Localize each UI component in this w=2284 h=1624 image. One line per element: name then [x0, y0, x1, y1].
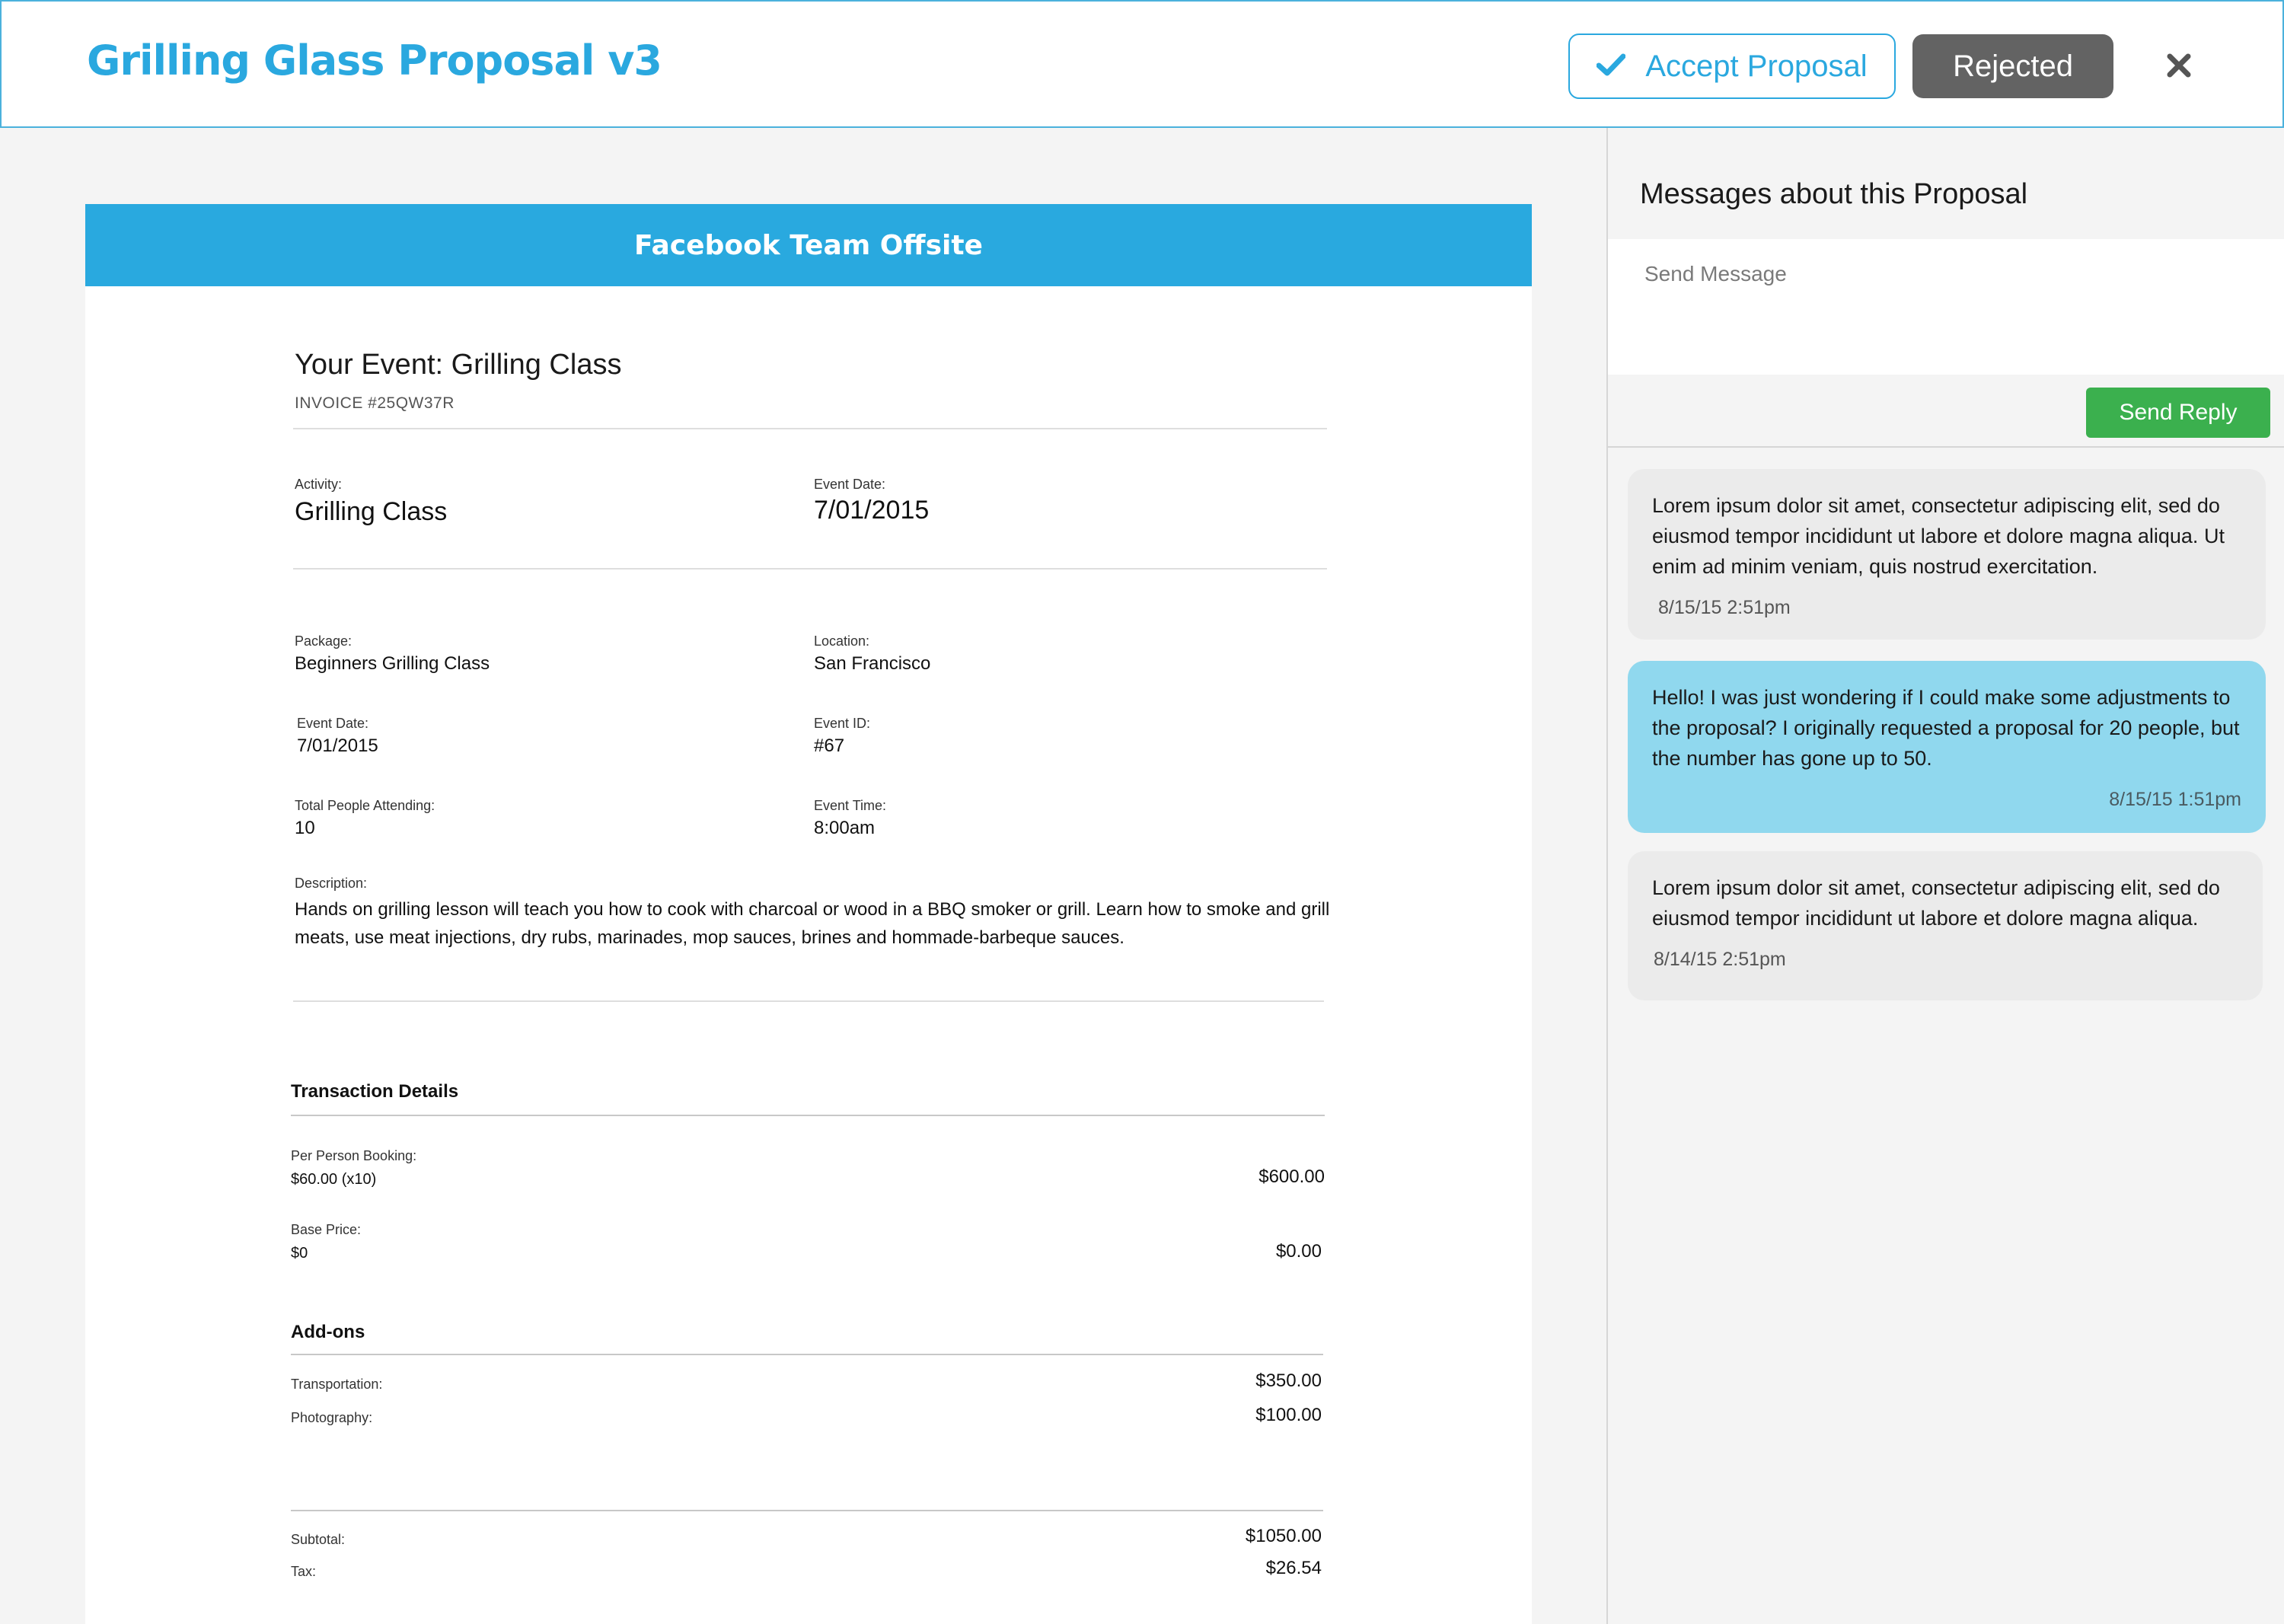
tax-label: Tax: [291, 1564, 317, 1579]
messages-panel: Messages about this Proposal Send Reply … [1606, 128, 2284, 1624]
divider [293, 428, 1327, 429]
divider [293, 568, 1327, 570]
rejected-button[interactable]: Rejected [1912, 34, 2113, 98]
photography-amount: $100.00 [1255, 1405, 1322, 1425]
message-time: 8/15/15 2:51pm [1658, 597, 1791, 618]
activity-value: Grilling Class [295, 497, 448, 526]
document-banner: Facebook Team Offsite [85, 204, 1532, 286]
transportation-amount: $350.00 [1255, 1370, 1322, 1391]
top-bar: Grilling Glass Proposal v3 Accept Propos… [0, 0, 2284, 128]
description-text: Hands on grilling lesson will teach you … [295, 899, 1330, 948]
event-date-top-label: Event Date: [814, 477, 886, 492]
message-bubble: Lorem ipsum dolor sit amet, consectetur … [1628, 469, 2266, 640]
close-icon[interactable] [2165, 52, 2193, 79]
message-time: 8/15/15 1:51pm [2109, 789, 2241, 810]
message-text: Lorem ipsum dolor sit amet, consectetur … [1652, 494, 2225, 578]
send-reply-button[interactable]: Send Reply [2086, 388, 2270, 438]
base-price-label: Base Price: [291, 1222, 362, 1237]
per-person-label: Per Person Booking: [291, 1148, 417, 1163]
event-time-value: 8:00am [814, 818, 876, 838]
divider [293, 1000, 1324, 1002]
activity-label: Activity: [295, 477, 343, 492]
event-heading: Your Event: Grilling Class [295, 349, 622, 381]
description-label: Description: [295, 876, 368, 891]
photography-label: Photography: [291, 1410, 373, 1425]
invoice-number: INVOICE #25QW37R [295, 394, 455, 412]
package-label: Package: [295, 633, 352, 649]
per-person-detail: $60.00 (x10) [291, 1171, 377, 1188]
page-title: Grilling Glass Proposal v3 [87, 37, 662, 85]
divider [291, 1354, 1323, 1355]
base-price-amount: $0.00 [1275, 1241, 1322, 1262]
tax-amount: $26.54 [1265, 1558, 1322, 1578]
messages-title: Messages about this Proposal [1640, 178, 2028, 210]
accept-proposal-button[interactable]: Accept Proposal [1568, 34, 1896, 99]
event-time-label: Event Time: [814, 798, 887, 813]
accept-proposal-label: Accept Proposal [1645, 49, 1868, 83]
divider [291, 1510, 1323, 1511]
message-text: Lorem ipsum dolor sit amet, consectetur … [1652, 876, 2220, 930]
location-label: Location: [814, 633, 870, 649]
total-people-label: Total People Attending: [295, 798, 435, 813]
per-person-amount: $600.00 [1258, 1166, 1325, 1187]
location-value: San Francisco [814, 653, 931, 674]
package-value: Beginners Grilling Class [295, 653, 490, 674]
message-input[interactable] [1608, 239, 2284, 375]
event-date-label: Event Date: [297, 716, 369, 731]
event-date-top-value: 7/01/2015 [814, 496, 930, 525]
base-price-detail: $0 [291, 1245, 308, 1262]
rejected-label: Rejected [1953, 49, 2073, 83]
event-id-value: #67 [814, 735, 845, 756]
send-reply-label: Send Reply [2119, 400, 2238, 425]
message-time: 8/14/15 2:51pm [1654, 949, 1786, 970]
subtotal-label: Subtotal: [291, 1532, 346, 1547]
transaction-heading: Transaction Details [291, 1081, 459, 1102]
message-text: Hello! I was just wondering if I could m… [1652, 686, 2240, 770]
total-people-value: 10 [295, 818, 315, 838]
subtotal-amount: $1050.00 [1245, 1526, 1322, 1546]
check-icon [1596, 49, 1626, 84]
event-id-label: Event ID: [814, 716, 871, 731]
message-bubble: Lorem ipsum dolor sit amet, consectetur … [1628, 851, 2263, 1000]
event-date-value: 7/01/2015 [297, 735, 378, 756]
divider [291, 1115, 1325, 1116]
transportation-label: Transportation: [291, 1377, 383, 1392]
message-bubble-own: Hello! I was just wondering if I could m… [1628, 661, 2266, 833]
reply-bar: Send Reply [1608, 375, 2284, 448]
addons-heading: Add-ons [291, 1322, 365, 1342]
